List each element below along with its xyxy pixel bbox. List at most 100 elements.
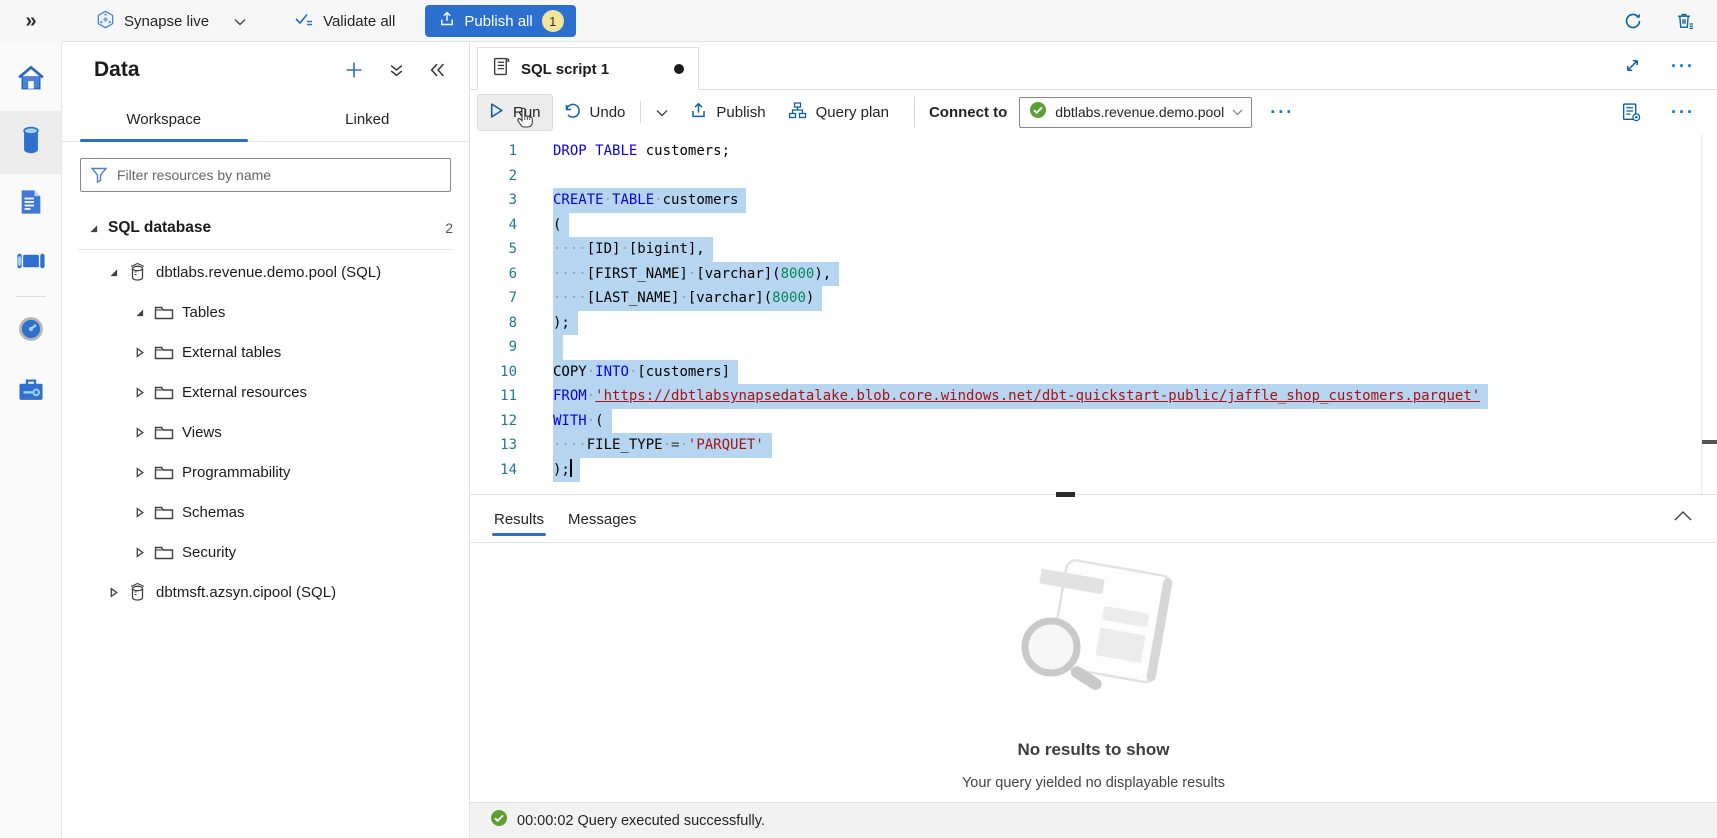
sidebar-item-manage[interactable] (0, 362, 61, 422)
run-options-dropdown[interactable] (645, 97, 679, 128)
filter-resources-input[interactable] (80, 158, 451, 192)
collapsed-triangle-icon[interactable] (134, 347, 154, 358)
tree-item-label: Tables (182, 304, 225, 321)
code-line-9[interactable]: 9 (470, 335, 1717, 360)
undo-button[interactable]: Undo (552, 95, 637, 130)
collapsed-triangle-icon[interactable] (134, 507, 154, 518)
selection-highlight: ); (553, 458, 580, 483)
line-number: 12 (470, 409, 517, 434)
toolbar-more-icon[interactable]: ··· (1270, 107, 1294, 117)
collapsed-triangle-icon[interactable] (134, 547, 154, 558)
tree-item-views[interactable]: Views (62, 412, 469, 452)
code-line-3[interactable]: 3CREATE·TABLE·customers (470, 188, 1717, 213)
tree-item-external-resources[interactable]: External resources (62, 372, 469, 412)
filter-funnel-icon (90, 166, 108, 188)
selection-highlight: FROM·'https://dbtlabsynapsedatalake.blob… (553, 384, 1488, 409)
refresh-icon[interactable] (1623, 11, 1643, 31)
code-line-6[interactable]: 6····[FIRST_NAME]·[varchar](8000), (470, 262, 1717, 287)
tab-workspace[interactable]: Workspace (62, 98, 266, 141)
code-line-13[interactable]: 13····FILE_TYPE·=·'PARQUET' (470, 433, 1717, 458)
code-line-1[interactable]: 1DROP TABLE customers; (470, 139, 1717, 164)
tab-messages[interactable]: Messages (556, 497, 648, 542)
validate-all-button[interactable]: Validate all (284, 11, 405, 31)
tab-sql-script-1[interactable]: SQL script 1 (477, 47, 699, 90)
expanded-triangle-icon[interactable] (108, 267, 128, 278)
sql-code-editor[interactable]: 1DROP TABLE customers;23CREATE·TABLE·cus… (470, 134, 1717, 494)
code-line-4[interactable]: 4( (470, 213, 1717, 238)
empty-results-title: No results to show (1017, 740, 1169, 760)
code-line-7[interactable]: 7····[LAST_NAME]·[varchar](8000) (470, 286, 1717, 311)
tree-item-external-tables[interactable]: External tables (62, 332, 469, 372)
tab-linked[interactable]: Linked (266, 98, 470, 141)
code-line-10[interactable]: 10COPY·INTO·[customers] (470, 360, 1717, 385)
query-status-bar: 00:00:02 Query executed successfully. (470, 802, 1717, 838)
tree-item-dbtmsft-azsyn-cipool[interactable]: dbtmsft.azsyn.cipool (SQL) (62, 572, 469, 612)
data-icon (17, 125, 45, 160)
folder-icon (154, 344, 182, 361)
expand-sidebar-icon[interactable]: » (0, 10, 62, 33)
query-plan-button[interactable]: Query plan (777, 95, 900, 130)
code-line-8[interactable]: 8); (470, 311, 1717, 336)
synapse-hexagon-icon (96, 10, 115, 33)
tree-item-tables[interactable]: Tables (62, 292, 469, 332)
monitor-icon (17, 315, 45, 348)
line-number: 10 (470, 360, 517, 385)
code-line-5[interactable]: 5····[ID]·[bigint], (470, 237, 1717, 262)
tree-item-label: Views (182, 424, 222, 441)
tree-item-schemas[interactable]: Schemas (62, 492, 469, 532)
editor-more-icon[interactable]: ··· (1671, 107, 1695, 117)
more-actions-icon[interactable]: ··· (1671, 61, 1695, 71)
synapse-live-dropdown[interactable]: Synapse live (86, 10, 256, 33)
code-line-11[interactable]: 11FROM·'https://dbtlabsynapsedatalake.bl… (470, 384, 1717, 409)
synapse-live-label: Synapse live (124, 13, 209, 30)
expand-editor-icon[interactable] (1624, 57, 1641, 74)
undo-icon (563, 102, 581, 123)
flowchart-icon (788, 102, 807, 123)
sidebar-item-data[interactable] (0, 111, 61, 174)
publish-all-button[interactable]: Publish all 1 (425, 5, 575, 37)
collapse-results-icon[interactable] (1673, 509, 1693, 527)
tree-divider (78, 249, 453, 250)
collapse-panel-icon[interactable] (430, 63, 445, 77)
tree-item-dbtlabs-revenue-demo-pool[interactable]: dbtlabs.revenue.demo.pool (SQL) (62, 252, 469, 292)
sidebar-item-integrate[interactable] (0, 235, 61, 292)
publish-count-badge: 1 (542, 10, 564, 32)
line-number: 7 (470, 286, 517, 311)
sidebar-item-home[interactable] (0, 50, 61, 111)
code-line-2[interactable]: 2 (470, 164, 1717, 189)
empty-results-subtitle: Your query yielded no displayable result… (962, 775, 1225, 791)
tree-item-label: dbtlabs.revenue.demo.pool (SQL) (156, 264, 381, 281)
discard-trash-icon[interactable] (1675, 11, 1695, 31)
left-nav-rail (0, 42, 62, 838)
code-line-12[interactable]: 12WITH·( (470, 409, 1717, 434)
manage-icon (16, 376, 46, 408)
tree-item-sql-database[interactable]: SQL database2 (62, 208, 469, 248)
tree-item-programmability[interactable]: Programmability (62, 452, 469, 492)
play-icon (489, 102, 504, 123)
add-resource-icon[interactable] (345, 61, 363, 79)
collapsed-triangle-icon[interactable] (134, 387, 154, 398)
collapse-all-icon[interactable] (389, 63, 404, 78)
tab-results[interactable]: Results (482, 497, 556, 542)
tree-item-label: Programmability (182, 464, 290, 481)
connect-to-pool-dropdown[interactable]: dbtlabs.revenue.demo.pool (1019, 97, 1252, 128)
sidebar-item-monitor[interactable] (0, 301, 61, 362)
code-line-14[interactable]: 14); (470, 458, 1717, 483)
expanded-triangle-icon[interactable] (88, 223, 108, 234)
run-button[interactable]: Run (478, 95, 552, 130)
resource-tree: SQL database2 dbtlabs.revenue.demo.pool (… (62, 202, 469, 838)
editor-tab-title: SQL script 1 (521, 61, 609, 78)
tree-item-security[interactable]: Security (62, 532, 469, 572)
selection-highlight: ( (553, 213, 569, 238)
sidebar-item-develop[interactable] (0, 174, 61, 235)
publish-button[interactable]: Publish (679, 95, 776, 130)
tree-item-label: External tables (182, 344, 281, 361)
editor-tab-bar: SQL script 1 ··· (470, 42, 1717, 90)
collapsed-triangle-icon[interactable] (134, 427, 154, 438)
collapsed-triangle-icon[interactable] (108, 587, 128, 598)
editor-scrollbar-thumb[interactable] (1702, 440, 1717, 444)
unsaved-changes-dot (674, 64, 684, 74)
expanded-triangle-icon[interactable] (134, 307, 154, 318)
collapsed-triangle-icon[interactable] (134, 467, 154, 478)
script-properties-icon[interactable] (1621, 102, 1641, 122)
